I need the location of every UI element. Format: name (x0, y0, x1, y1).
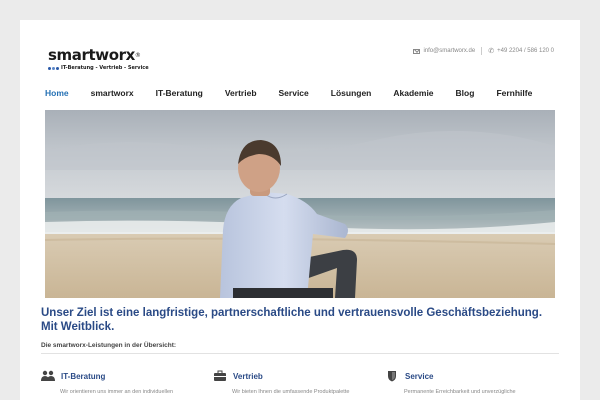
logo-dots-icon (48, 66, 59, 70)
shield-icon (388, 371, 396, 382)
service-title[interactable]: Service (405, 372, 433, 381)
nav-item-akademie[interactable]: Akademie (393, 84, 433, 102)
briefcase-icon (214, 370, 226, 381)
service-description: Permanente Erreichbarkeit und unverzügli… (404, 389, 516, 395)
service-description: Wir orientieren uns immer an den individ… (60, 389, 174, 395)
hero-image (45, 110, 555, 298)
nav-item-smartworx[interactable]: smartworx (91, 84, 134, 102)
nav-item-it-beratung[interactable]: IT-Beratung (156, 84, 203, 102)
envelope-icon (413, 48, 421, 54)
phone-icon: ✆ (488, 48, 495, 55)
main-nav: Home smartworx IT-Beratung Vertrieb Serv… (45, 82, 555, 104)
nav-item-service[interactable]: Service (279, 84, 309, 102)
nav-item-home[interactable]: Home (45, 84, 69, 102)
contact-divider (481, 47, 483, 55)
page-container: smartworx® IT-Beratung - Vertrieb - Serv… (20, 20, 580, 400)
service-service[interactable]: Service Permanente Erreichbarkeit und un… (385, 370, 545, 395)
service-title[interactable]: IT-Beratung (61, 372, 105, 381)
logo-tagline-row: IT-Beratung - Vertrieb - Service (48, 65, 149, 71)
users-icon (41, 370, 55, 381)
nav-item-loesungen[interactable]: Lösungen (331, 84, 372, 102)
page-headline: Unser Ziel ist eine langfristige, partne… (41, 306, 561, 334)
services-intro: Die smartworx-Leistungen in der Übersich… (41, 342, 177, 349)
email-text: info@smartworx.de (423, 48, 476, 54)
service-it-beratung[interactable]: IT-Beratung Wir orientieren uns immer an… (41, 370, 201, 395)
headline-line-1: Unser Ziel ist eine langfristige, partne… (41, 307, 543, 319)
headline-line-2: Mit Weitblick. (41, 321, 115, 333)
section-divider (41, 353, 559, 354)
nav-item-vertrieb[interactable]: Vertrieb (225, 84, 257, 102)
phone-link[interactable]: ✆ +49 2204 / 586 120 0 (488, 47, 554, 55)
contact-bar: info@smartworx.de ✆ +49 2204 / 586 120 0 (413, 47, 554, 55)
service-vertrieb[interactable]: Vertrieb Wir bieten Ihnen die umfassende… (213, 370, 373, 395)
nav-item-fernhilfe[interactable]: Fernhilfe (496, 84, 532, 102)
logo-tagline: IT-Beratung - Vertrieb - Service (61, 65, 149, 71)
phone-text: +49 2204 / 586 120 0 (497, 48, 554, 54)
service-description: Wir bieten Ihnen die umfassende Produktp… (232, 389, 350, 395)
logo-wordmark: smartworx® (48, 46, 141, 64)
hero-beach-illustration (45, 110, 555, 298)
nav-item-blog[interactable]: Blog (456, 84, 475, 102)
email-link[interactable]: info@smartworx.de (413, 48, 475, 54)
logo[interactable]: smartworx® IT-Beratung - Vertrieb - Serv… (48, 48, 149, 71)
service-title[interactable]: Vertrieb (233, 372, 263, 381)
